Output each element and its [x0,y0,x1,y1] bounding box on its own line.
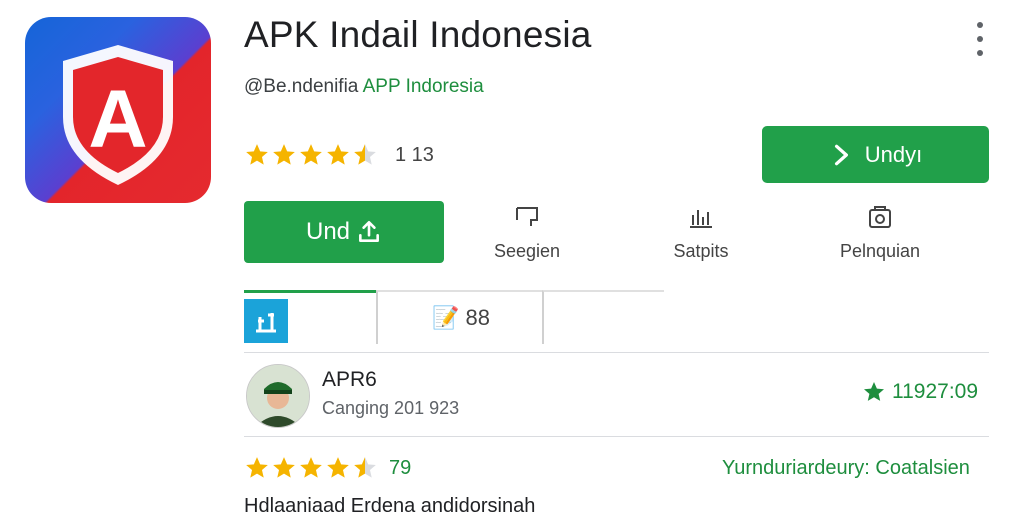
avatar [246,364,310,428]
stats-icon [690,210,712,228]
star-icon [273,457,295,478]
camera-action[interactable]: Pelnquian [810,205,950,262]
star-icon [327,457,349,478]
rating-count: 1 13 [395,143,434,166]
stats-action[interactable]: Satpits [631,205,771,262]
star-icon [300,457,322,478]
review-date: Canging 201 923 [322,398,460,418]
download-button[interactable]: Und [244,201,444,263]
half-star-icon [354,144,376,165]
tab-screenshot[interactable] [244,290,376,345]
green-star-icon [864,382,884,401]
divider [244,352,989,353]
install-label: Undyı [864,141,923,167]
share-action[interactable]: Seegien [457,205,597,262]
divider [244,436,989,437]
stats-label: Satpits [673,241,729,261]
tab-reviews[interactable]: 📝 88 [376,290,544,344]
rating-row: 1 13 [244,142,434,168]
camera-icon [869,206,891,228]
share-label: Seegien [493,241,561,261]
share-icon [516,207,538,226]
developer-name[interactable]: APP Indoresia [363,76,484,97]
half-star-icon [354,457,376,478]
developer-prefix: @Be.ndenifia [244,76,359,97]
tab-empty[interactable] [542,290,664,344]
screenshot-thumbnail [244,299,288,343]
star-icon [246,457,268,478]
install-button[interactable]: Undyı [762,126,989,183]
review-score: 11927:09 [862,380,978,404]
review-score-value: 11927:09 [892,380,979,403]
star-icon [273,144,295,165]
developer-line[interactable]: @Be.ndenifia APP Indoresia [244,76,484,98]
camera-label: Pelnquian [839,241,921,261]
upload-icon [359,220,379,242]
star-icon [300,144,322,165]
category-link[interactable]: Yurnduriardeury: Coatalsien [722,457,970,480]
rating-row-2: 79 [244,455,411,481]
description-text: Hdlaaniaad Erdena andidorsinah [244,495,536,517]
star-icon [327,144,349,165]
app-title: APK Indail Indonesia [244,14,592,55]
reviewer-name: APR6 [322,368,377,391]
app-icon: A [25,17,211,203]
tab-strip: 📝 88 [244,290,664,345]
rating-stars-2 [244,455,379,481]
rating-stars [244,142,379,168]
svg-text:A: A [88,74,147,165]
download-label: Und [305,218,351,245]
star-icon [246,144,268,165]
rating-2-count: 79 [389,456,412,479]
more-options-icon[interactable] [968,22,992,56]
chevron-right-icon [834,144,848,165]
